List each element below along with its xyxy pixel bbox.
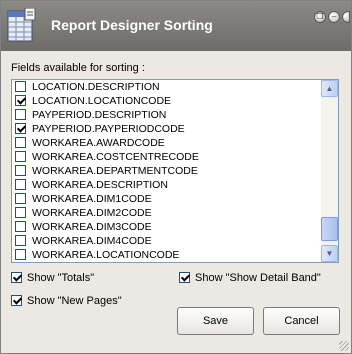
field-checkbox[interactable] <box>15 207 26 218</box>
field-checkbox[interactable] <box>15 193 26 204</box>
field-checkbox[interactable] <box>15 165 26 176</box>
field-label: WORKAREA.DIM3CODE <box>32 221 152 233</box>
report-designer-sorting-dialog: Report Designer Sorting ❐ – Fields avail… <box>0 0 352 354</box>
field-label: WORKAREA.DIM4CODE <box>32 235 152 247</box>
field-label: WORKAREA.LOCATIONCODE <box>32 249 180 261</box>
field-checkbox[interactable] <box>15 81 26 92</box>
field-row[interactable]: WORKAREA.DIM4CODE <box>12 234 322 248</box>
field-checkbox[interactable] <box>15 95 26 106</box>
field-checkbox[interactable] <box>15 179 26 190</box>
field-label: WORKAREA.DIM1CODE <box>32 193 152 205</box>
field-row[interactable]: PAYPERIOD.PAYPERIODCODE <box>12 122 322 136</box>
field-checkbox[interactable] <box>15 235 26 246</box>
cancel-button[interactable]: Cancel <box>263 307 340 335</box>
show-totals-label: Show "Totals" <box>27 272 95 284</box>
window-title: Report Designer Sorting <box>51 17 213 33</box>
field-checkbox[interactable] <box>15 109 26 120</box>
field-checkbox[interactable] <box>15 123 26 134</box>
field-row[interactable]: WORKAREA.COSTCENTRECODE <box>12 150 322 164</box>
field-label: WORKAREA.WORKAREACODE <box>31 262 189 263</box>
field-checkbox[interactable] <box>15 137 26 148</box>
fields-checklist[interactable]: LOCATION.DESCRIPTION LOCATION.LOCATIONCOD… <box>11 79 339 263</box>
field-row[interactable]: WORKAREA.WORKAREACODE <box>12 262 322 263</box>
show-detail-band-checkbox[interactable] <box>179 272 190 283</box>
field-label: LOCATION.DESCRIPTION <box>32 81 160 93</box>
field-row[interactable]: PAYPERIOD.DESCRIPTION <box>12 108 322 122</box>
scroll-down-icon[interactable]: ▼ <box>321 245 338 262</box>
save-button[interactable]: Save <box>177 307 254 335</box>
scroll-up-icon[interactable]: ▲ <box>321 80 338 97</box>
field-label: WORKAREA.DIM2CODE <box>32 207 152 219</box>
field-label: WORKAREA.COSTCENTRECODE <box>32 151 199 163</box>
show-detail-band-label: Show "Show Detail Band" <box>195 272 321 284</box>
report-grid-icon <box>7 8 36 42</box>
restore-icon[interactable]: ❐ <box>314 11 326 23</box>
title-bar[interactable]: Report Designer Sorting ❐ – <box>1 1 351 51</box>
field-row[interactable]: WORKAREA.DIM3CODE <box>12 220 322 234</box>
field-label: PAYPERIOD.PAYPERIODCODE <box>32 123 185 135</box>
fields-label: Fields available for sorting : <box>11 62 145 74</box>
close-icon[interactable] <box>342 11 350 23</box>
field-row[interactable]: WORKAREA.AWARDCODE <box>12 136 322 150</box>
field-row[interactable]: LOCATION.LOCATIONCODE <box>12 94 322 108</box>
minimize-icon[interactable]: – <box>328 11 340 23</box>
show-new-pages-checkbox[interactable] <box>11 295 22 306</box>
field-row[interactable]: WORKAREA.LOCATIONCODE <box>12 248 322 262</box>
field-row[interactable]: WORKAREA.DESCRIPTION <box>12 178 322 192</box>
field-row[interactable]: WORKAREA.DIM2CODE <box>12 206 322 220</box>
scroll-thumb[interactable] <box>321 217 338 241</box>
field-label: WORKAREA.DESCRIPTION <box>32 179 168 191</box>
field-row[interactable]: LOCATION.DESCRIPTION <box>12 80 322 94</box>
field-label: LOCATION.LOCATIONCODE <box>32 95 172 107</box>
field-checkbox[interactable] <box>15 221 26 232</box>
vertical-scrollbar[interactable]: ▲ ▼ <box>321 80 338 262</box>
field-checkbox[interactable] <box>15 151 26 162</box>
show-totals-checkbox[interactable] <box>11 272 22 283</box>
resize-grip[interactable] <box>339 341 349 351</box>
field-row[interactable]: WORKAREA.DIM1CODE <box>12 192 322 206</box>
fields-list: LOCATION.DESCRIPTION LOCATION.LOCATIONCOD… <box>12 80 322 263</box>
field-label: WORKAREA.AWARDCODE <box>32 137 165 149</box>
field-label: WORKAREA.DEPARTMENTCODE <box>32 165 198 177</box>
field-label: PAYPERIOD.DESCRIPTION <box>32 109 167 121</box>
field-checkbox[interactable] <box>15 249 26 260</box>
field-row[interactable]: WORKAREA.DEPARTMENTCODE <box>12 164 322 178</box>
show-new-pages-label: Show "New Pages" <box>27 295 122 307</box>
